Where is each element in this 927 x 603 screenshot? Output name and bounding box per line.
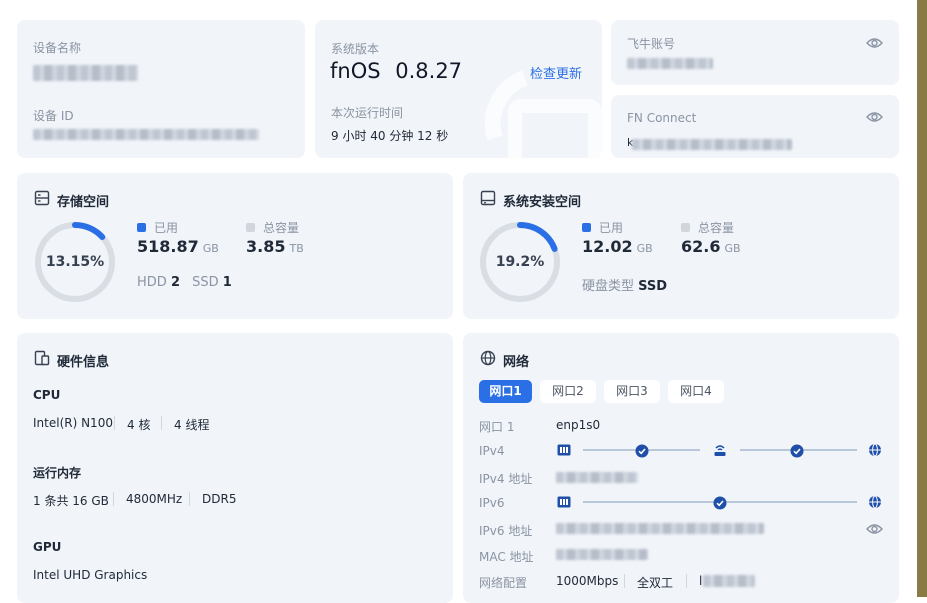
config-extra-value [703,575,755,587]
config-extra-prefix: l [699,574,703,588]
uptime-value: 9 小时 40 分钟 12 秒 [331,129,449,143]
gpu-label: GPU [33,540,62,554]
gpu-model: Intel UHD Graphics [33,568,148,582]
ram-label: 运行内存 [33,466,82,480]
account-value [627,58,713,69]
account-card [611,20,899,85]
ipv6-address-label: IPv6 地址 [479,524,533,538]
divider [113,492,114,506]
port-label: 网口 1 [479,420,515,434]
divider [624,574,625,588]
storage-percent: 13.15% [45,254,105,270]
eye-icon[interactable] [866,36,883,50]
system-version-label: 系统版本 [331,42,380,56]
ipv4-address-label: IPv4 地址 [479,472,533,486]
device-name-label: 设备名称 [33,41,82,55]
globe-icon [480,350,496,366]
sysdisk-used-legend: 已用 [582,219,623,236]
internet-globe-icon [869,495,881,509]
divider [161,416,162,430]
system-version: fnOS 0.8.27 [330,59,462,83]
sysdisk-used-value: 12.02 GB [582,237,653,256]
sysdisk-title: 系统安装空间 [503,195,582,210]
ipv4-label: IPv4 [479,444,505,458]
disk-counts: HDD 2 SSD 1 [137,275,232,290]
nic-icon [557,444,571,456]
eye-icon[interactable] [866,110,883,124]
sysdisk-percent: 19.2% [495,254,545,270]
total-swatch [681,223,690,232]
router-icon [714,445,726,456]
storage-total-value: 3.85 TB [246,237,304,256]
ram-speed: 4800MHz [126,492,183,506]
nic-icon [557,496,571,508]
divider [686,574,687,588]
sysdisk-total-legend: 总容量 [681,219,734,236]
link-speed: 1000Mbps [556,574,619,588]
storage-title: 存储空间 [57,195,110,210]
used-swatch [582,223,591,232]
ram-modules: 1 条共 16 GB [33,494,109,508]
hardware-title: 硬件信息 [57,355,110,370]
mac-address-label: MAC 地址 [479,550,534,564]
uptime-label: 本次运行时间 [331,106,404,120]
os-name: fnOS [330,59,381,83]
hardware-card [17,333,453,603]
hardware-icon [34,350,50,366]
sysdisk-total-value: 62.6 GB [681,237,741,256]
ipv6-label: IPv6 [479,496,505,510]
used-swatch [137,223,146,232]
storage-icon [34,190,50,206]
drive-icon [480,190,496,206]
mac-address-value [556,549,648,560]
ram-type: DDR5 [202,492,237,506]
cpu-threads: 4 线程 [174,418,210,432]
check-circle-icon [790,444,804,458]
account-label: 飞牛账号 [627,37,676,51]
disk-type: 硬盘类型 SSD [582,279,668,294]
duplex-mode: 全双工 [637,576,674,590]
ipv6-address-value [556,523,764,534]
network-config-label: 网络配置 [479,576,528,590]
total-swatch [246,223,255,232]
os-version: 0.8.27 [395,59,463,83]
check-circle-icon [635,444,649,458]
cpu-model: Intel(R) N100 [33,416,113,430]
tab-port-4[interactable]: 网口4 [668,380,724,403]
desktop-edge [917,0,927,597]
network-title: 网络 [503,355,530,370]
storage-used-value: 518.87 GB [137,237,219,256]
check-update-link[interactable]: 检查更新 [530,63,582,82]
internet-globe-icon [869,443,881,457]
divider [189,492,190,506]
fn-connect-value [632,139,792,150]
device-id-label: 设备 ID [33,109,74,123]
tab-port-3[interactable]: 网口3 [604,380,660,403]
device-id-value [33,129,259,140]
tab-port-1[interactable]: 网口1 [479,380,532,403]
ipv4-address-value [556,472,638,483]
cpu-cores: 4 核 [127,418,151,432]
fn-connect-label: FN Connect [627,111,697,125]
divider [114,416,115,430]
tab-port-2[interactable]: 网口2 [540,380,596,403]
storage-used-legend: 已用 [137,219,178,236]
device-name-value [33,65,138,81]
cpu-label: CPU [33,388,61,402]
eye-icon[interactable] [866,522,883,536]
port-value: enp1s0 [556,418,601,432]
storage-total-legend: 总容量 [246,219,299,236]
check-circle-icon [713,496,727,510]
